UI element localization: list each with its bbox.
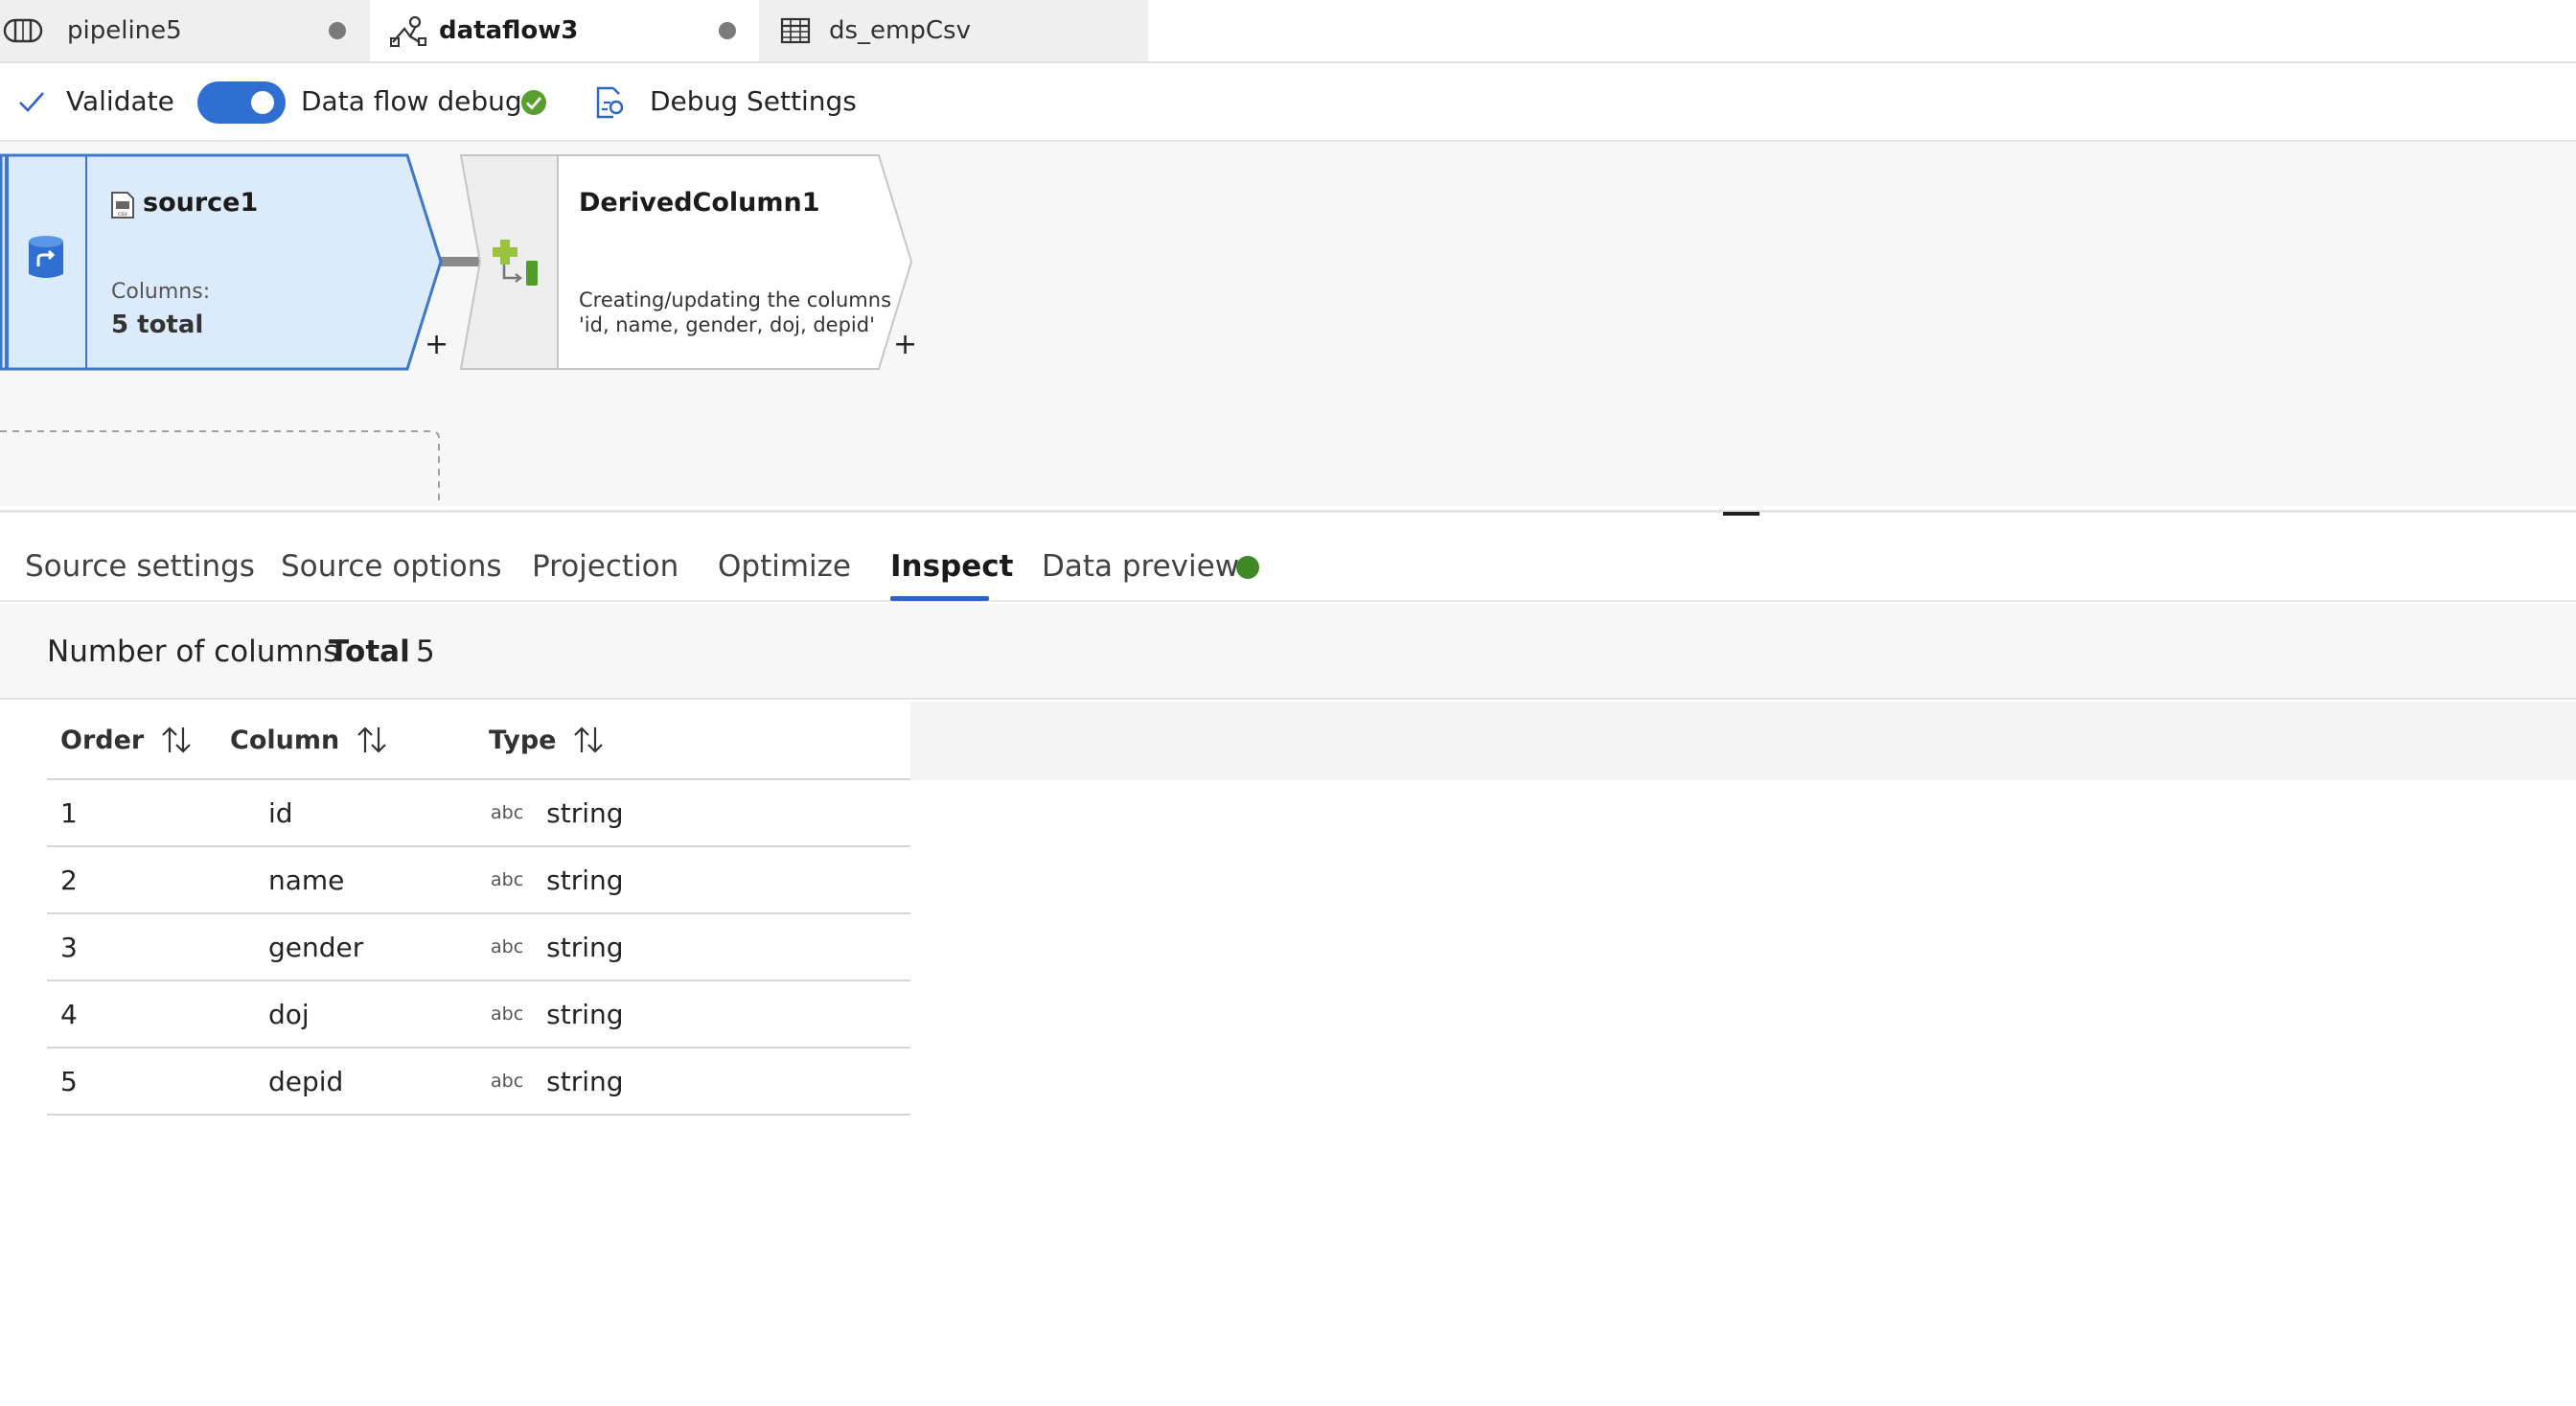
- derived-column-node-name: DerivedColumn1: [579, 188, 820, 218]
- tab-source-options[interactable]: Source options: [281, 542, 502, 590]
- type-value: string: [546, 864, 624, 896]
- data-flow-debug-label: Data flow debug: [301, 85, 522, 117]
- derived-column-icon: [493, 240, 538, 286]
- source-add-transform-button[interactable]: +: [425, 328, 448, 361]
- order-cell: 3: [60, 931, 78, 963]
- csv-file-icon: csv: [111, 192, 134, 219]
- total-value: 5: [416, 634, 435, 669]
- tab-ds-empcsv[interactable]: ds_empCsv: [759, 0, 1148, 61]
- string-type-icon: abc: [491, 802, 524, 823]
- total-label: Total: [329, 634, 410, 669]
- resize-handle[interactable]: [1723, 512, 1760, 516]
- pipeline-icon: [3, 18, 43, 43]
- debug-settings-icon: [596, 86, 624, 119]
- table-empty-area: [910, 702, 2576, 780]
- validate-label: Validate: [66, 85, 174, 117]
- tab-data-preview[interactable]: Data preview: [1042, 542, 1239, 590]
- string-type-icon: abc: [491, 936, 524, 957]
- derived-column-description-line1: Creating/updating the columns: [579, 288, 892, 311]
- derived-add-transform-button[interactable]: +: [893, 328, 917, 361]
- string-type-icon: abc: [491, 1003, 524, 1025]
- property-tabs: Source settings Source options Projectio…: [0, 533, 2576, 602]
- source-database-icon: [29, 236, 63, 278]
- type-value: string: [546, 1065, 624, 1097]
- type-value: string: [546, 931, 624, 963]
- type-cell: abc string: [491, 847, 624, 912]
- tab-dataflow3[interactable]: dataflow3: [370, 0, 759, 61]
- dataflow-icon: [390, 15, 426, 47]
- document-tab-bar: pipeline5 dataflow3 ds_empCsv: [0, 0, 2576, 63]
- unsaved-indicator: [329, 22, 346, 39]
- order-cell: 2: [60, 864, 78, 896]
- derived-column-description-line2: 'id, name, gender, doj, depid': [579, 313, 875, 336]
- dataflow-canvas[interactable]: csv source1 Columns: 5 total + DerivedCo…: [0, 142, 2576, 506]
- order-cell: 1: [60, 796, 78, 829]
- data-flow-debug-toggle[interactable]: [197, 81, 286, 124]
- type-value: string: [546, 998, 624, 1030]
- tab-pipeline5[interactable]: pipeline5: [0, 0, 370, 61]
- tab-projection[interactable]: Projection: [532, 542, 678, 590]
- toggle-knob: [251, 91, 274, 114]
- tab-inspect[interactable]: Inspect: [890, 542, 1013, 590]
- type-value: string: [546, 796, 624, 829]
- column-count-label: Number of columns: [47, 634, 339, 669]
- connector-line: [439, 257, 485, 266]
- order-column-header[interactable]: Order: [60, 702, 194, 778]
- table-row[interactable]: 1 id abc string: [47, 780, 910, 847]
- dataflow-toolbar: Validate Data flow debug Debug Settings: [0, 63, 2576, 142]
- type-cell: abc string: [491, 780, 624, 845]
- data-preview-status-dot: [1236, 556, 1259, 579]
- table-icon: [780, 17, 811, 44]
- string-type-icon: abc: [491, 869, 524, 890]
- column-name-cell: gender: [268, 931, 364, 963]
- debug-settings-label: Debug Settings: [650, 85, 857, 117]
- column-name-cell: doj: [268, 998, 310, 1030]
- type-column-header[interactable]: Type: [489, 702, 606, 778]
- tab-label: dataflow3: [439, 16, 579, 45]
- tab-label: ds_empCsv: [829, 16, 971, 45]
- column-name-cell: name: [268, 864, 345, 896]
- order-cell: 5: [60, 1065, 78, 1097]
- tab-label: pipeline5: [67, 16, 182, 45]
- column-column-header[interactable]: Column: [230, 702, 389, 778]
- checkmark-icon: [19, 92, 44, 112]
- unsaved-indicator: [719, 22, 736, 39]
- column-name-cell: id: [268, 796, 293, 829]
- type-cell: abc string: [491, 914, 624, 980]
- active-tab-indicator: [890, 596, 989, 601]
- type-cell: abc string: [491, 981, 624, 1047]
- inspect-column-table: Order Column Type 1 id abc string 2 name…: [47, 702, 910, 1116]
- inspect-summary: Number of columns Total 5: [0, 604, 2576, 700]
- svg-text:csv: csv: [118, 211, 127, 218]
- column-name-cell: depid: [268, 1065, 344, 1097]
- table-row[interactable]: 5 depid abc string: [47, 1049, 910, 1116]
- source-node-name: source1: [143, 188, 259, 218]
- add-source-placeholder[interactable]: [0, 430, 440, 500]
- tab-optimize[interactable]: Optimize: [718, 542, 851, 590]
- source-columns-label: Columns:: [111, 280, 211, 304]
- string-type-icon: abc: [491, 1071, 524, 1092]
- sort-icon: [574, 726, 604, 753]
- debug-status-check-icon: [521, 90, 546, 115]
- table-row[interactable]: 3 gender abc string: [47, 914, 910, 981]
- table-row[interactable]: 2 name abc string: [47, 847, 910, 914]
- tab-source-settings[interactable]: Source settings: [25, 542, 255, 590]
- table-row[interactable]: 4 doj abc string: [47, 981, 910, 1049]
- sort-icon: [357, 726, 386, 753]
- sort-icon: [162, 726, 192, 753]
- order-cell: 4: [60, 998, 78, 1030]
- table-header-row: Order Column Type: [47, 702, 910, 780]
- type-cell: abc string: [491, 1049, 624, 1114]
- source-columns-value: 5 total: [111, 311, 204, 339]
- panel-divider: [0, 510, 2576, 513]
